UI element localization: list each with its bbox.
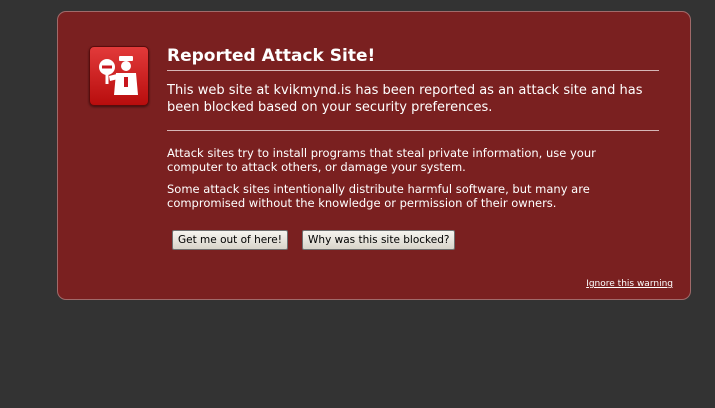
get-me-out-button[interactable]: Get me out of here! (172, 230, 288, 250)
details-paragraph-attack: Attack sites try to install programs tha… (167, 146, 596, 174)
why-blocked-button[interactable]: Why was this site blocked? (302, 230, 456, 250)
page-title: Reported Attack Site! (167, 45, 659, 71)
details-paragraph-compromised: Some attack sites intentionally distribu… (167, 182, 590, 210)
ignore-warning-link[interactable]: Ignore this warning (586, 279, 673, 289)
warning-details: Attack sites try to install programs tha… (167, 146, 597, 218)
attack-warning-panel: Reported Attack Site! This web site at k… (57, 11, 691, 300)
warning-intro-text: This web site at kvikmynd.is has been re… (167, 82, 659, 131)
security-officer-stop-icon (89, 46, 149, 106)
warning-buttons: Get me out of here! Why was this site bl… (172, 228, 464, 250)
